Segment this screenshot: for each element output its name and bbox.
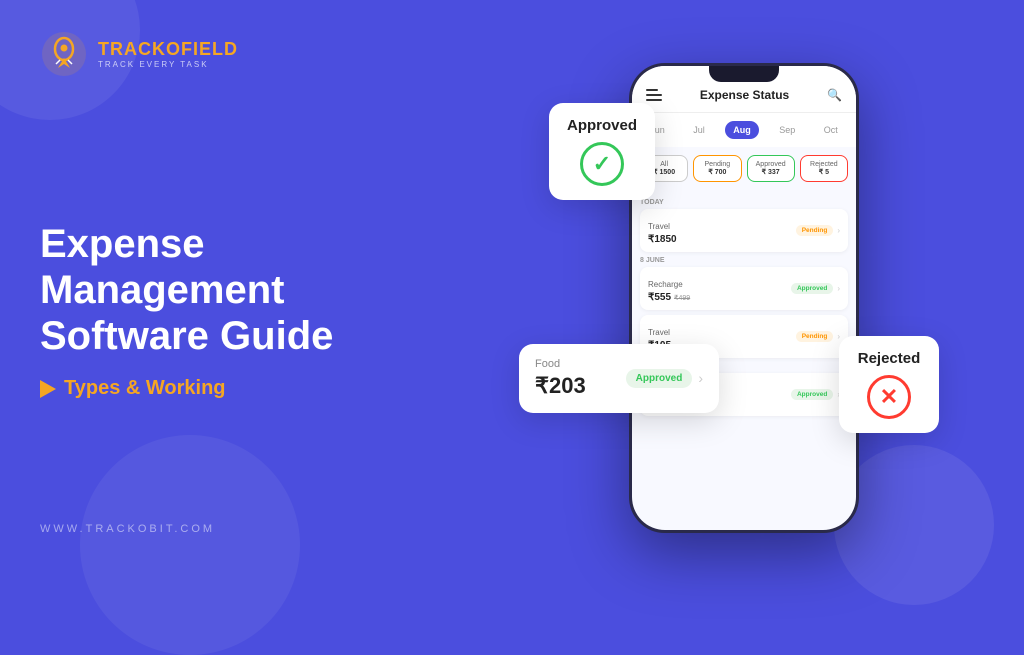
right-panel: Approved ✓ Expense Status 🔍 Jun [464, 0, 1024, 575]
phone-notch [709, 66, 779, 82]
phone-frame: Expense Status 🔍 Jun Jul Aug Sep Oct All… [629, 63, 859, 533]
status-filters: All ₹ 1500 Pending ₹ 700 Approved ₹ 337 … [632, 147, 856, 190]
filter-approved-amount: ₹ 337 [752, 168, 790, 176]
check-circle: ✓ [580, 142, 624, 186]
expense-item-recharge[interactable]: Recharge ₹555 ₹499 Approved › [640, 267, 848, 310]
float-food-card: Food ₹203 Approved › [519, 344, 719, 413]
filter-rejected[interactable]: Rejected ₹ 5 [800, 155, 848, 182]
logo-text: TRACKOFIELD TRACK EVERY TASK [98, 40, 238, 69]
month-tab-jul[interactable]: Jul [685, 121, 713, 139]
x-circle: ✕ [867, 375, 911, 419]
float-rejected-card: Rejected ✕ [839, 336, 939, 433]
filter-approved-label: Approved [752, 161, 790, 168]
chevron-travel: › [837, 226, 840, 235]
food-card-right: Approved › [626, 369, 703, 388]
logo-name-part1: TRACKO [98, 39, 181, 59]
badge-pending-travel: Pending [796, 225, 834, 236]
food-chevron: › [698, 370, 703, 386]
chevron-travel2: › [837, 332, 840, 341]
badge-pending-travel2: Pending [796, 331, 834, 342]
filter-rejected-label: Rejected [805, 161, 843, 168]
hamburger-icon[interactable] [646, 89, 662, 101]
food-card-left: Food ₹203 [535, 358, 586, 399]
logo-icon [40, 30, 88, 78]
logo-area: TRACKOFIELD TRACK EVERY TASK [40, 30, 440, 78]
date-8june: 8 JUNE [640, 257, 848, 264]
search-icon[interactable]: 🔍 [827, 88, 842, 102]
month-tab-oct[interactable]: Oct [816, 121, 846, 139]
left-panel: TRACKOFIELD TRACK EVERY TASK Expense Man… [0, 0, 480, 575]
month-tabs: Jun Jul Aug Sep Oct [632, 113, 856, 147]
logo-name-part2: FIELD [181, 39, 238, 59]
food-amount: ₹203 [535, 373, 586, 399]
food-status-badge: Approved [626, 369, 693, 388]
phone-screen: Expense Status 🔍 Jun Jul Aug Sep Oct All… [632, 66, 856, 530]
filter-pending-label: Pending [698, 161, 736, 168]
float-approved-label: Approved [567, 117, 637, 134]
main-content: Expense ManagementSoftware Guide Types &… [40, 78, 440, 523]
filter-approved[interactable]: Approved ₹ 337 [747, 155, 795, 182]
filter-rejected-amount: ₹ 5 [805, 168, 843, 176]
expense-item-travel[interactable]: Travel ₹1850 Pending › [640, 209, 848, 252]
logo-name: TRACKOFIELD [98, 40, 238, 58]
float-approved-card: Approved ✓ [549, 103, 655, 200]
sub-heading: Types & Working [40, 377, 440, 400]
sub-heading-text: Types & Working [64, 377, 226, 400]
expense-travel-info: Travel ₹1850 [648, 216, 677, 245]
website-text: WWW.TRACKOBIT.COM [40, 523, 440, 535]
date-today: TODAY [640, 199, 848, 206]
float-rejected-label: Rejected [858, 350, 921, 367]
filter-pending-amount: ₹ 700 [698, 168, 736, 176]
filter-pending[interactable]: Pending ₹ 700 [693, 155, 741, 182]
badge-approved-recharge: Approved [791, 283, 833, 294]
food-category: Food [535, 358, 586, 370]
badge-approved-fuel: Approved [791, 389, 833, 400]
chevron-recharge: › [837, 284, 840, 293]
play-icon [40, 380, 56, 398]
month-tab-sep[interactable]: Sep [771, 121, 803, 139]
main-heading: Expense ManagementSoftware Guide [40, 221, 440, 359]
app-title: Expense Status [700, 88, 789, 102]
x-mark: ✕ [880, 384, 898, 410]
logo-tagline: TRACK EVERY TASK [98, 60, 238, 69]
expense-recharge-info: Recharge ₹555 ₹499 [648, 274, 690, 303]
phone-wrapper: Approved ✓ Expense Status 🔍 Jun [629, 63, 859, 533]
month-tab-aug[interactable]: Aug [725, 121, 759, 139]
check-mark: ✓ [593, 151, 611, 177]
